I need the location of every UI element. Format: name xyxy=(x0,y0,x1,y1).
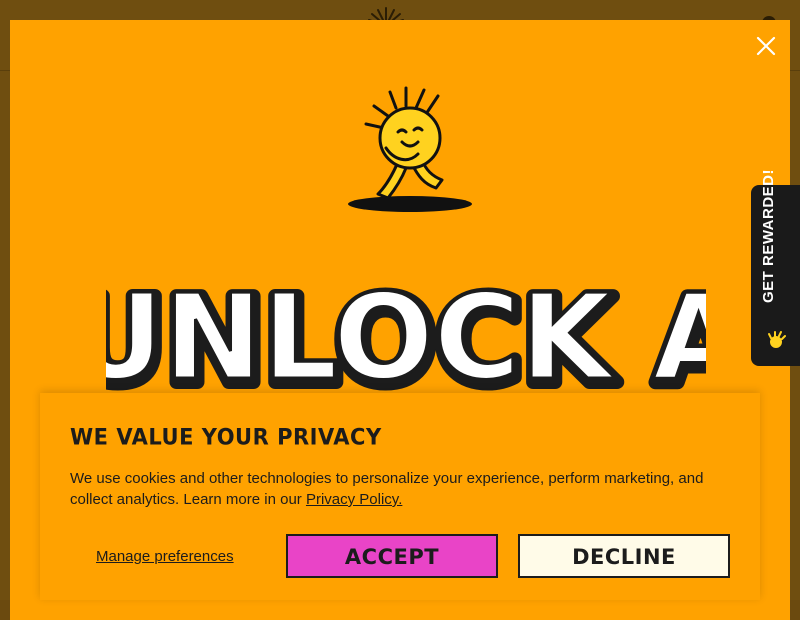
mascot-illustration xyxy=(348,86,472,212)
cookie-title: WE VALUE YOUR PRIVACY xyxy=(70,424,382,450)
manage-preferences-link[interactable]: Manage preferences xyxy=(96,548,234,565)
decline-button[interactable]: DECLINE xyxy=(518,534,730,578)
accept-button[interactable]: ACCEPT xyxy=(286,534,498,578)
reward-tab-label: GET REWARDED! xyxy=(760,169,777,303)
cookie-banner: WE VALUE YOUR PRIVACY We use cookies and… xyxy=(40,393,760,600)
hand-wave-icon xyxy=(768,331,786,348)
cookie-description: We use cookies and other technologies to… xyxy=(70,468,730,510)
privacy-policy-link[interactable]: Privacy Policy. xyxy=(306,491,402,508)
get-rewarded-tab[interactable]: GET REWARDED! xyxy=(751,169,800,366)
close-icon[interactable] xyxy=(754,34,778,58)
